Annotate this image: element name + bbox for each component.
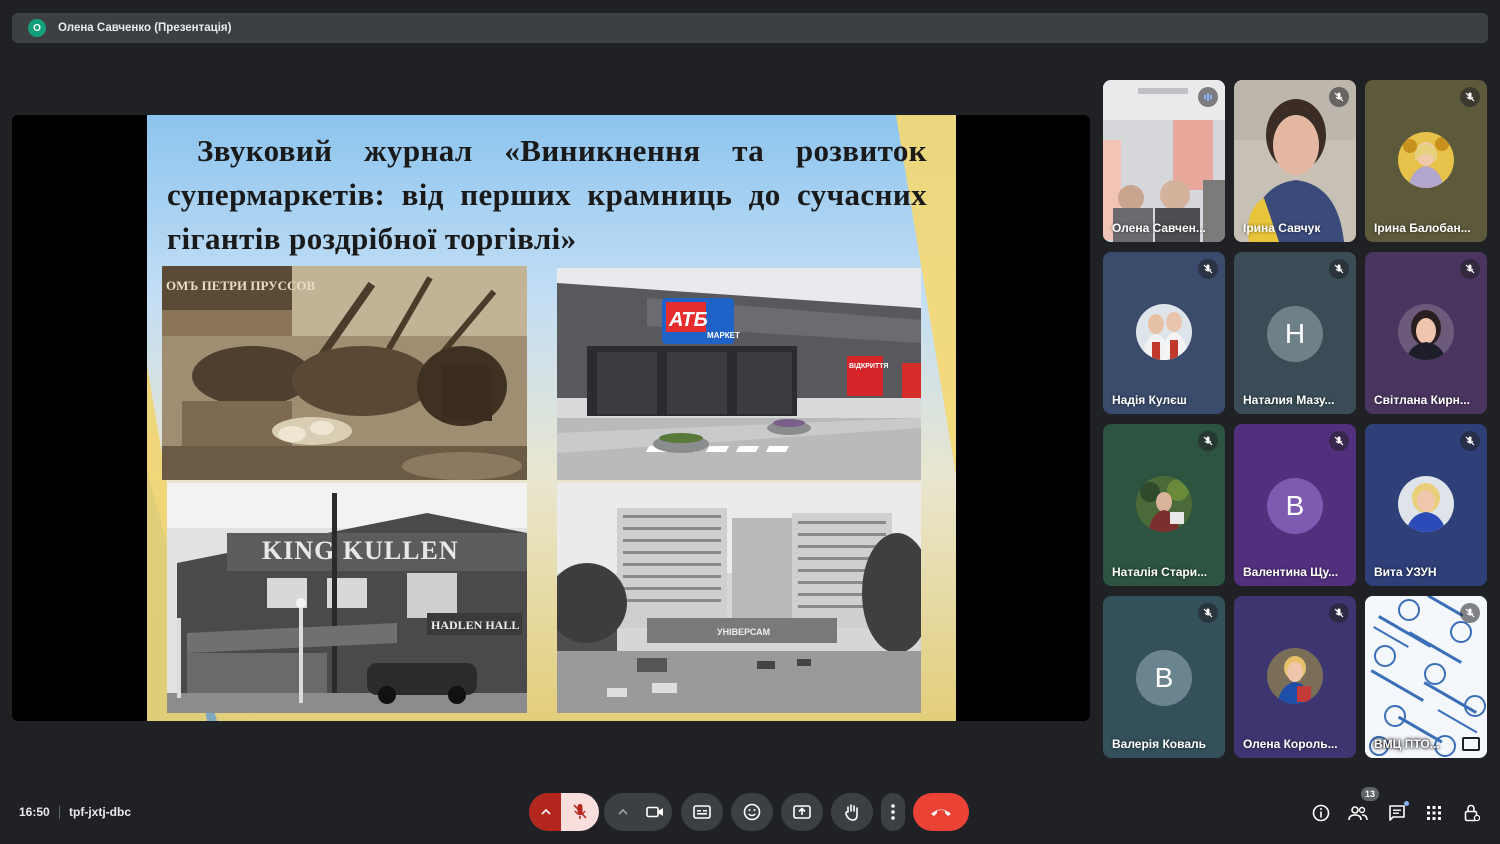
participants-count-badge: 13 bbox=[1361, 787, 1379, 801]
participant-name: ВМЦ ПТО... bbox=[1374, 737, 1440, 751]
captions-button[interactable] bbox=[681, 793, 723, 831]
slide-title: Звуковий журнал «Виникнення та розвиток … bbox=[167, 133, 927, 256]
mic-off-icon bbox=[1198, 259, 1218, 279]
participant-name: Валерія Коваль bbox=[1112, 737, 1207, 751]
chat-unread-dot bbox=[1404, 801, 1409, 806]
speaking-indicator-icon bbox=[1198, 87, 1218, 107]
atb-sub-text: МАРКЕТ bbox=[707, 331, 740, 340]
captions-icon bbox=[693, 805, 711, 819]
universam-sign-text: УНІВЕРСАМ bbox=[717, 627, 770, 637]
king-kullen-sub-text: HADLEN HALL bbox=[431, 618, 519, 632]
mic-off-icon bbox=[1198, 603, 1218, 623]
king-kullen-sign-text: KING KULLEN bbox=[262, 536, 459, 565]
participant-tile[interactable]: Олена Савчен... bbox=[1103, 80, 1225, 242]
participant-tile[interactable]: Світлана Кирн... bbox=[1365, 252, 1487, 414]
hand-icon bbox=[845, 804, 858, 821]
mic-options-button[interactable] bbox=[529, 793, 563, 831]
participant-name: Валентина Щу... bbox=[1243, 565, 1339, 579]
participant-tile[interactable]: ВМЦ ПТО... bbox=[1365, 596, 1487, 758]
participant-tile[interactable]: В Валентина Щу... bbox=[1234, 424, 1356, 586]
atb-logo-text: АТБ bbox=[668, 309, 708, 331]
participant-tile[interactable]: Надія Кулєш bbox=[1103, 252, 1225, 414]
camera-toggle-button[interactable] bbox=[638, 793, 672, 831]
photo-king-kullen: KING KULLEN HADLEN HALL bbox=[167, 483, 527, 713]
photo-old-market: ОМЪ ПЕТРИ ПРУССОВ bbox=[162, 266, 527, 480]
participant-name: Олена Король... bbox=[1243, 737, 1338, 751]
divider bbox=[59, 806, 60, 819]
participant-initial: В bbox=[1136, 650, 1192, 706]
present-screen-icon bbox=[793, 805, 811, 819]
participant-avatar bbox=[1398, 132, 1454, 188]
chat-button[interactable] bbox=[1385, 801, 1409, 825]
presentation-slide: Звуковий журнал «Виникнення та розвиток … bbox=[147, 115, 956, 721]
camera-options-button[interactable] bbox=[604, 793, 642, 831]
presenter-bar: О Олена Савченко (Презентація) bbox=[12, 13, 1488, 43]
participant-name: Ірина Савчук bbox=[1243, 221, 1321, 235]
participant-avatar bbox=[1136, 304, 1192, 360]
activities-button[interactable] bbox=[1422, 801, 1446, 825]
mic-off-icon bbox=[1460, 603, 1480, 623]
leave-call-button[interactable] bbox=[913, 793, 969, 831]
info-icon bbox=[1312, 804, 1330, 822]
lock-person-icon bbox=[1464, 804, 1480, 822]
end-call-icon bbox=[931, 809, 951, 816]
presenter-title: Олена Савченко (Презентація) bbox=[58, 22, 232, 34]
atb-open-text: ВІДКРИТТЯ bbox=[849, 363, 888, 370]
participant-avatar bbox=[1136, 476, 1192, 532]
mic-off-icon bbox=[1198, 431, 1218, 451]
mic-off-icon bbox=[1460, 431, 1480, 451]
more-vert-icon bbox=[891, 804, 895, 820]
participant-tile[interactable]: В Валерія Коваль bbox=[1103, 596, 1225, 758]
participant-tile[interactable]: Наталія Стари... bbox=[1103, 424, 1225, 586]
mic-off-icon bbox=[1460, 259, 1480, 279]
screen-share-icon bbox=[1462, 737, 1480, 751]
participant-avatar bbox=[1398, 476, 1454, 532]
participant-avatar bbox=[1398, 304, 1454, 360]
presenter-avatar: О bbox=[28, 19, 46, 37]
mic-toggle-button[interactable] bbox=[561, 793, 599, 831]
participant-tile[interactable]: Н Наталия Мазу... bbox=[1234, 252, 1356, 414]
photo-soviet-universam: УНІВЕРСАМ bbox=[557, 483, 921, 713]
participant-name: Наталія Стари... bbox=[1112, 565, 1208, 579]
participant-name: Надія Кулєш bbox=[1112, 393, 1187, 407]
bottom-control-bar: 16:50 tpf-jxtj-dbc 13 bbox=[0, 786, 1500, 838]
participant-name: Наталия Мазу... bbox=[1243, 393, 1335, 407]
apps-grid-icon bbox=[1427, 806, 1441, 820]
participant-initial: В bbox=[1267, 478, 1323, 534]
participant-tile[interactable]: Олена Король... bbox=[1234, 596, 1356, 758]
participant-name: Вита УЗУН bbox=[1374, 565, 1437, 579]
mic-off-icon bbox=[1329, 431, 1349, 451]
mic-off-icon bbox=[1329, 603, 1349, 623]
mic-off-icon bbox=[1329, 87, 1349, 107]
more-options-button[interactable] bbox=[881, 793, 905, 831]
reactions-button[interactable] bbox=[731, 793, 773, 831]
participant-name: Олена Савчен... bbox=[1112, 221, 1206, 235]
participant-name: Ірина Балобан... bbox=[1374, 221, 1471, 235]
participant-name: Світлана Кирн... bbox=[1374, 393, 1470, 407]
host-controls-button[interactable] bbox=[1460, 801, 1484, 825]
participant-tile[interactable]: Ірина Савчук bbox=[1234, 80, 1356, 242]
mic-off-icon bbox=[1329, 259, 1349, 279]
meeting-time: 16:50 bbox=[19, 805, 50, 819]
participant-tile[interactable]: Вита УЗУН bbox=[1365, 424, 1487, 586]
mic-off-icon bbox=[573, 804, 587, 819]
raise-hand-button[interactable] bbox=[831, 793, 873, 831]
people-icon bbox=[1348, 806, 1368, 821]
mic-off-icon bbox=[1460, 87, 1480, 107]
chat-icon bbox=[1389, 805, 1405, 821]
participant-tile[interactable]: Ірина Балобан... bbox=[1365, 80, 1487, 242]
participant-avatar bbox=[1267, 648, 1323, 704]
people-button[interactable] bbox=[1346, 801, 1370, 825]
market-sign-text: ОМЪ ПЕТРИ ПРУССОВ bbox=[166, 278, 315, 293]
meeting-details-button[interactable] bbox=[1309, 801, 1333, 825]
meeting-code: tpf-jxtj-dbc bbox=[69, 805, 131, 819]
participant-initial: Н bbox=[1267, 306, 1323, 362]
photo-atb-market: АТБ МАРКЕТ ВІДКРИТТЯ bbox=[557, 268, 921, 480]
emoji-icon bbox=[743, 803, 761, 821]
present-button[interactable] bbox=[781, 793, 823, 831]
video-camera-icon bbox=[646, 806, 663, 818]
